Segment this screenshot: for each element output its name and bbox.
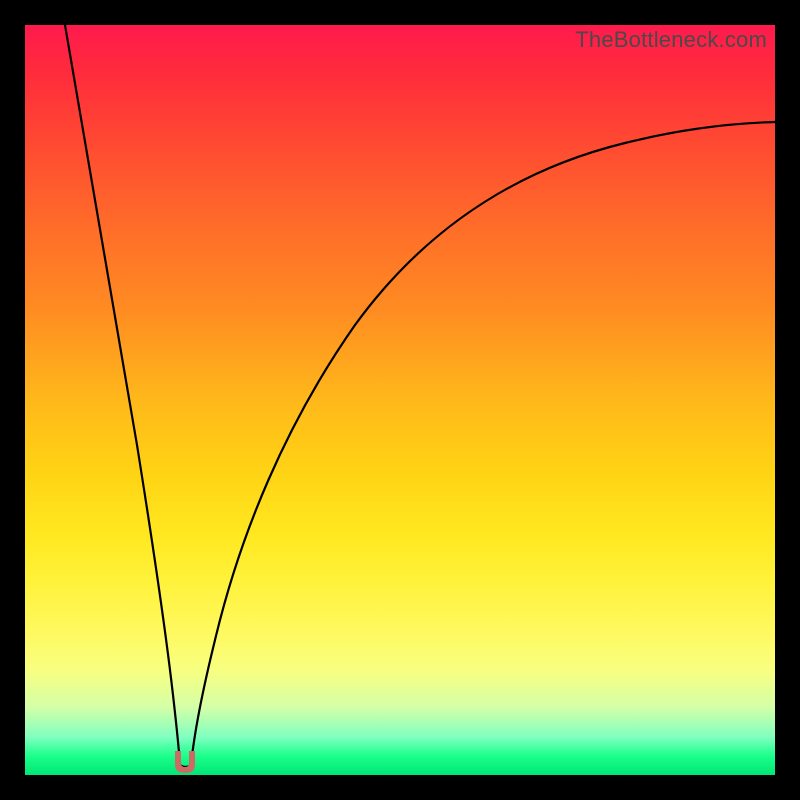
chart-plot-area: TheBottleneck.com xyxy=(25,25,775,775)
curve-right-branch xyxy=(191,122,775,765)
optimal-point-marker xyxy=(169,749,201,775)
bottleneck-curve xyxy=(25,25,775,775)
curve-left-branch xyxy=(65,25,180,765)
